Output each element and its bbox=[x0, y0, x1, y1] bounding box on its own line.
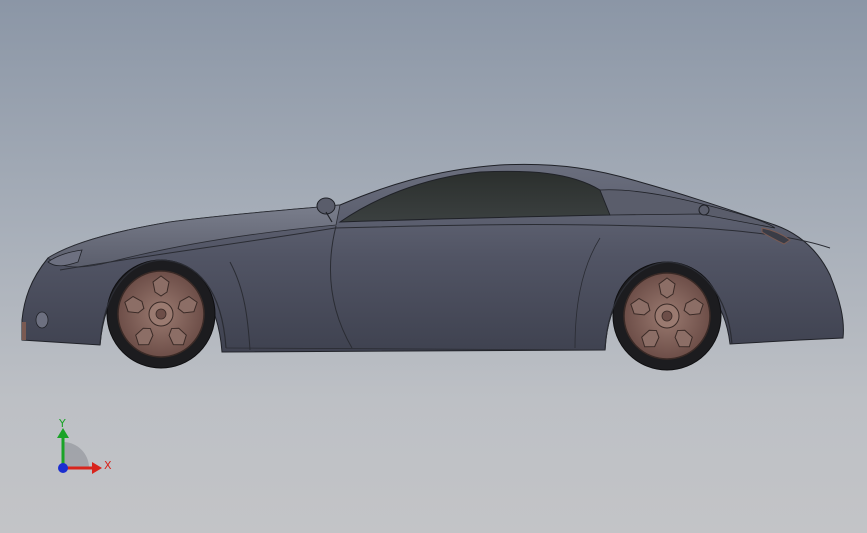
front-wheel[interactable] bbox=[106, 259, 216, 369]
door-handle bbox=[698, 204, 710, 216]
triad-y-label: Y bbox=[58, 417, 66, 430]
side-mirror[interactable] bbox=[316, 197, 336, 215]
triad-x-arrow bbox=[92, 462, 102, 474]
triad-plane-shade bbox=[63, 442, 89, 468]
graphics-viewport[interactable]: Y X bbox=[0, 0, 867, 533]
triad-x-label: X bbox=[104, 459, 112, 472]
car-model[interactable] bbox=[21, 163, 844, 371]
front-bumper-accent bbox=[22, 322, 26, 340]
model-scene[interactable]: Y X bbox=[0, 0, 867, 533]
coordinate-triad-icon: Y X bbox=[57, 417, 112, 474]
triad-z-axis bbox=[58, 463, 68, 473]
fog-light bbox=[35, 311, 49, 329]
